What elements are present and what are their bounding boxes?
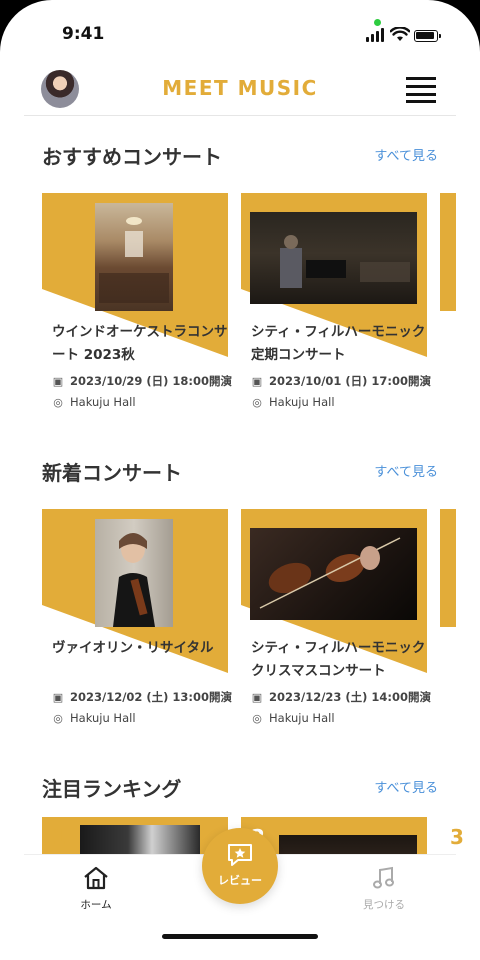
concert-card[interactable]: ヴァイオリン・リサイタル ▣ 2023/12/02 (土) 13:00開演 ◎ Ha… xyxy=(42,509,232,739)
review-label: レビュー xyxy=(218,874,262,887)
hamburger-menu-icon xyxy=(406,77,436,80)
concert-card[interactable]: シティ・フィルハーモニック クリスマスコンサート ▣ 2023/12/23 (土)… xyxy=(241,509,431,739)
app-title: MEET MUSIC xyxy=(162,76,318,100)
location-pin-icon: ◎ xyxy=(252,396,262,409)
see-all-link[interactable]: すべて見る xyxy=(374,461,438,480)
card-venue-text: Hakuju Hall xyxy=(269,711,335,725)
review-button[interactable]: レビュー xyxy=(202,828,278,904)
status-bar: 9:41 xyxy=(0,0,480,64)
cellular-signal-icon xyxy=(366,26,386,42)
nav-label: 見つける xyxy=(363,899,405,911)
card-date-text: 2023/10/01 (日) 17:00開演 xyxy=(269,374,432,388)
card-venue: ◎ Hakuju Hall xyxy=(52,395,136,409)
card-title: ヴァイオリン・リサイタル xyxy=(52,640,214,656)
concert-card[interactable]: シティ・フィルハーモニック 定期コンサート ▣ 2023/10/01 (日) 17… xyxy=(241,193,431,423)
wifi-icon xyxy=(390,27,410,41)
calendar-icon: ▣ xyxy=(52,375,64,388)
card-venue-text: Hakuju Hall xyxy=(70,711,136,725)
location-pin-icon: ◎ xyxy=(252,712,262,725)
privacy-indicator-icon xyxy=(374,19,381,26)
card-accent-shape xyxy=(440,509,456,627)
card-title: ウインドオーケストラコンサート 2023秋 xyxy=(52,324,228,363)
app-header: MEET MUSIC xyxy=(24,64,456,116)
calendar-icon: ▣ xyxy=(52,691,64,704)
ranking-card[interactable]: 1 xyxy=(42,817,228,854)
see-all-link[interactable]: すべて見る xyxy=(374,777,438,796)
status-time: 9:41 xyxy=(62,24,105,44)
nav-home[interactable]: ホーム xyxy=(56,865,136,912)
card-date-text: 2023/10/29 (日) 18:00開演 xyxy=(70,374,233,388)
rank-number: 1 xyxy=(52,825,66,849)
battery-tip xyxy=(439,34,441,38)
ranking-card-partial[interactable]: 3 xyxy=(440,817,480,854)
card-accent-shape xyxy=(440,193,456,311)
card-date: ▣ 2023/10/01 (日) 17:00開演 xyxy=(251,373,431,389)
card-venue: ◎ Hakuju Hall xyxy=(52,711,136,725)
main-content[interactable]: おすすめコンサート すべて見る ウインドオーケストラコンサート 2023秋 ▣ 2… xyxy=(0,117,480,854)
card-venue: ◎ Hakuju Hall xyxy=(251,395,335,409)
concert-card-partial[interactable] xyxy=(440,509,480,739)
status-icons xyxy=(366,26,446,46)
orchestra-photo xyxy=(250,212,417,304)
card-date: ▣ 2023/12/23 (土) 14:00開演 xyxy=(251,689,431,705)
ranking-photo xyxy=(80,825,200,854)
home-indicator xyxy=(162,934,318,939)
rank-number: 3 xyxy=(450,825,464,849)
card-title: シティ・フィルハーモニック クリスマスコンサート xyxy=(251,640,426,679)
section-title: 新着コンサート xyxy=(42,461,182,485)
section-title: 注目ランキング xyxy=(42,777,182,801)
card-date-text: 2023/12/23 (土) 14:00開演 xyxy=(269,690,432,704)
section-title: おすすめコンサート xyxy=(42,145,222,169)
nav-find[interactable]: 見つける xyxy=(344,865,424,912)
concert-card[interactable]: ウインドオーケストラコンサート 2023秋 ▣ 2023/10/29 (日) 18… xyxy=(42,193,232,423)
card-date: ▣ 2023/12/02 (土) 13:00開演 xyxy=(52,689,232,705)
home-icon xyxy=(84,866,108,890)
calendar-icon: ▣ xyxy=(251,375,263,388)
card-venue-text: Hakuju Hall xyxy=(70,395,136,409)
card-venue: ◎ Hakuju Hall xyxy=(251,711,335,725)
location-pin-icon: ◎ xyxy=(53,396,63,409)
battery-icon xyxy=(414,30,438,42)
card-date: ▣ 2023/10/29 (日) 18:00開演 xyxy=(52,373,232,389)
app-screen: 9:41 MEET MUSIC おすすめコンサート すべて見る ウインドオーケス… xyxy=(0,0,480,960)
concert-card-partial[interactable] xyxy=(440,193,480,423)
menu-button[interactable] xyxy=(406,76,436,103)
concert-hall-photo xyxy=(95,203,173,311)
violinist-photo xyxy=(95,519,173,627)
music-note-icon xyxy=(373,866,394,889)
location-pin-icon: ◎ xyxy=(53,712,63,725)
violin-section-photo xyxy=(250,528,417,620)
card-date-text: 2023/12/02 (土) 13:00開演 xyxy=(70,690,233,704)
calendar-icon: ▣ xyxy=(251,691,263,704)
see-all-link[interactable]: すべて見る xyxy=(374,145,438,164)
card-title: シティ・フィルハーモニック 定期コンサート xyxy=(251,324,426,363)
review-star-bubble-icon xyxy=(228,844,252,866)
card-venue-text: Hakuju Hall xyxy=(269,395,335,409)
ranking-photo xyxy=(279,835,417,854)
nav-label: ホーム xyxy=(80,899,112,911)
